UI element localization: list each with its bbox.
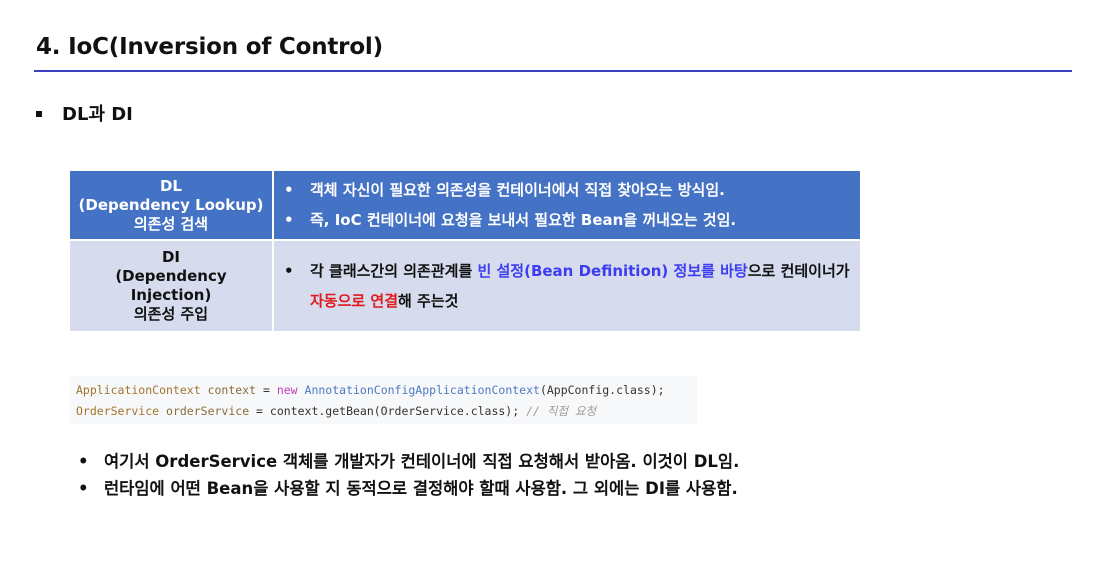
dl-label-cell: DL (Dependency Lookup) 의존성 검색 xyxy=(70,171,274,240)
dl-di-table: DL (Dependency Lookup) 의존성 검색 객체 자신이 필요한… xyxy=(70,171,860,331)
notes-list: 여기서 OrderService 객체를 개발자가 컨테이너에 직접 요청해서 … xyxy=(70,448,739,502)
di-label-line: Injection) xyxy=(130,286,212,304)
square-bullet-icon xyxy=(36,110,42,117)
list-item: 객체 자신이 필요한 의존성을 컨테이너에서 직접 찾아오는 방식임. xyxy=(284,175,860,205)
di-label-line: (Dependency xyxy=(115,267,227,285)
table-row-dl: DL (Dependency Lookup) 의존성 검색 객체 자신이 필요한… xyxy=(70,171,860,240)
di-text-part: 해 주는것 xyxy=(398,292,459,310)
dl-bullet-list: 객체 자신이 필요한 의존성을 컨테이너에서 직접 찾아오는 방식임. 즉, I… xyxy=(274,175,860,235)
section-heading: DL과 DI xyxy=(36,100,133,126)
dl-description-cell: 객체 자신이 필요한 의존성을 컨테이너에서 직접 찾아오는 방식임. 즉, I… xyxy=(273,171,860,240)
code-variable: orderService xyxy=(166,404,250,418)
di-highlight-red: 자동으로 연결 xyxy=(310,292,399,310)
code-variable: context xyxy=(207,383,257,397)
list-item: 즉, IoC 컨테이너에 요청을 보내서 필요한 Bean을 꺼내오는 것임. xyxy=(284,205,860,235)
code-rest: (AppConfig.class); xyxy=(539,383,665,397)
di-description-cell: 각 클래스간의 의존관계를 빈 설정(Bean Definition) 정보를 … xyxy=(273,239,860,331)
di-label-line: DI xyxy=(161,248,181,266)
list-item: 각 클래스간의 의존관계를 빈 설정(Bean Definition) 정보를 … xyxy=(284,256,860,316)
di-highlight-blue: 빈 설정(Bean Definition) 정보를 바탕 xyxy=(477,262,748,280)
di-label-line: 의존성 주입 xyxy=(133,305,209,323)
code-operator: = xyxy=(249,404,270,418)
code-line-1: ApplicationContext context = new Annotat… xyxy=(76,380,697,401)
code-line-2: OrderService orderService = context.getB… xyxy=(76,401,697,422)
di-label-cell: DI (Dependency Injection) 의존성 주입 xyxy=(70,239,274,331)
dl-label-line: DL xyxy=(159,176,182,195)
title-divider xyxy=(34,70,1072,72)
code-comment: // 직접 요청 xyxy=(526,404,597,418)
section-heading-text: DL과 DI xyxy=(62,104,133,125)
dl-label-line: 의존성 검색 xyxy=(133,214,209,233)
dl-label-line: (Dependency Lookup) xyxy=(78,195,264,214)
code-type: ApplicationContext xyxy=(76,383,201,397)
table-row-di: DI (Dependency Injection) 의존성 주입 각 클래스간의… xyxy=(70,239,860,331)
code-class: AnnotationConfigApplicationContext xyxy=(304,383,540,397)
list-item: 런타임에 어떤 Bean을 사용할 지 동적으로 결정해야 할때 사용함. 그 … xyxy=(70,475,739,502)
code-type: OrderService xyxy=(76,404,160,418)
di-text-part: 으로 컨테이너가 xyxy=(747,262,850,280)
code-operator: = xyxy=(256,383,277,397)
di-bullet-list: 각 클래스간의 의존관계를 빈 설정(Bean Definition) 정보를 … xyxy=(274,256,860,316)
page-title: 4. IoC(Inversion of Control) xyxy=(36,34,383,60)
list-item: 여기서 OrderService 객체를 개발자가 컨테이너에 직접 요청해서 … xyxy=(70,448,739,475)
code-rest: context.getBean(OrderService.class); xyxy=(269,404,527,418)
di-text-part: 각 클래스간의 의존관계를 xyxy=(310,262,478,280)
code-snippet: ApplicationContext context = new Annotat… xyxy=(70,376,697,424)
code-keyword: new xyxy=(276,383,298,397)
